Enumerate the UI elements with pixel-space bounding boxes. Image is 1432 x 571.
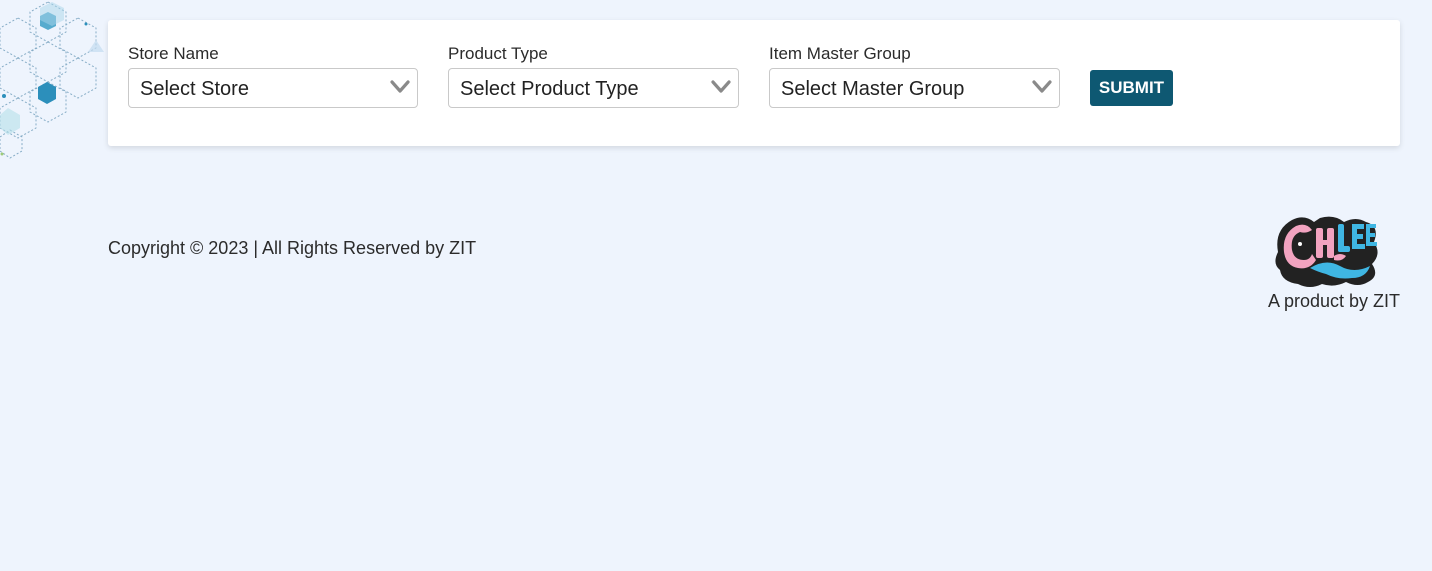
chevron-down-icon [1032, 80, 1052, 93]
product-type-select-value: Select Product Type [460, 78, 639, 100]
filter-card: Store Name Select Store Product Type Sel… [108, 20, 1400, 146]
master-group-select[interactable]: Select Master Group [769, 68, 1060, 108]
store-name-label: Store Name [128, 44, 219, 63]
store-name-field: Store Name Select Store [128, 44, 418, 108]
store-select-value: Select Store [140, 78, 249, 100]
chevron-down-icon [390, 80, 410, 93]
brand-block: A product by ZIT [1260, 212, 1400, 312]
product-type-select[interactable]: Select Product Type [448, 68, 739, 108]
page: Store Name Select Store Product Type Sel… [0, 0, 1432, 571]
chiklee-logo [1275, 216, 1378, 287]
item-master-group-field: Item Master Group Select Master Group [769, 44, 1060, 108]
chevron-down-icon [711, 80, 731, 93]
product-by-text: A product by ZIT [1267, 291, 1400, 311]
product-type-field: Product Type Select Product Type [448, 44, 739, 108]
product-type-label: Product Type [448, 44, 548, 63]
submit-button[interactable]: SUBMIT [1090, 70, 1173, 106]
master-group-select-value: Select Master Group [781, 78, 965, 100]
item-master-group-label: Item Master Group [769, 44, 911, 63]
hexagon-pattern-decoration [0, 1, 104, 159]
copyright-text: Copyright © 2023 | All Rights Reserved b… [108, 238, 477, 258]
store-select[interactable]: Select Store [128, 68, 418, 108]
